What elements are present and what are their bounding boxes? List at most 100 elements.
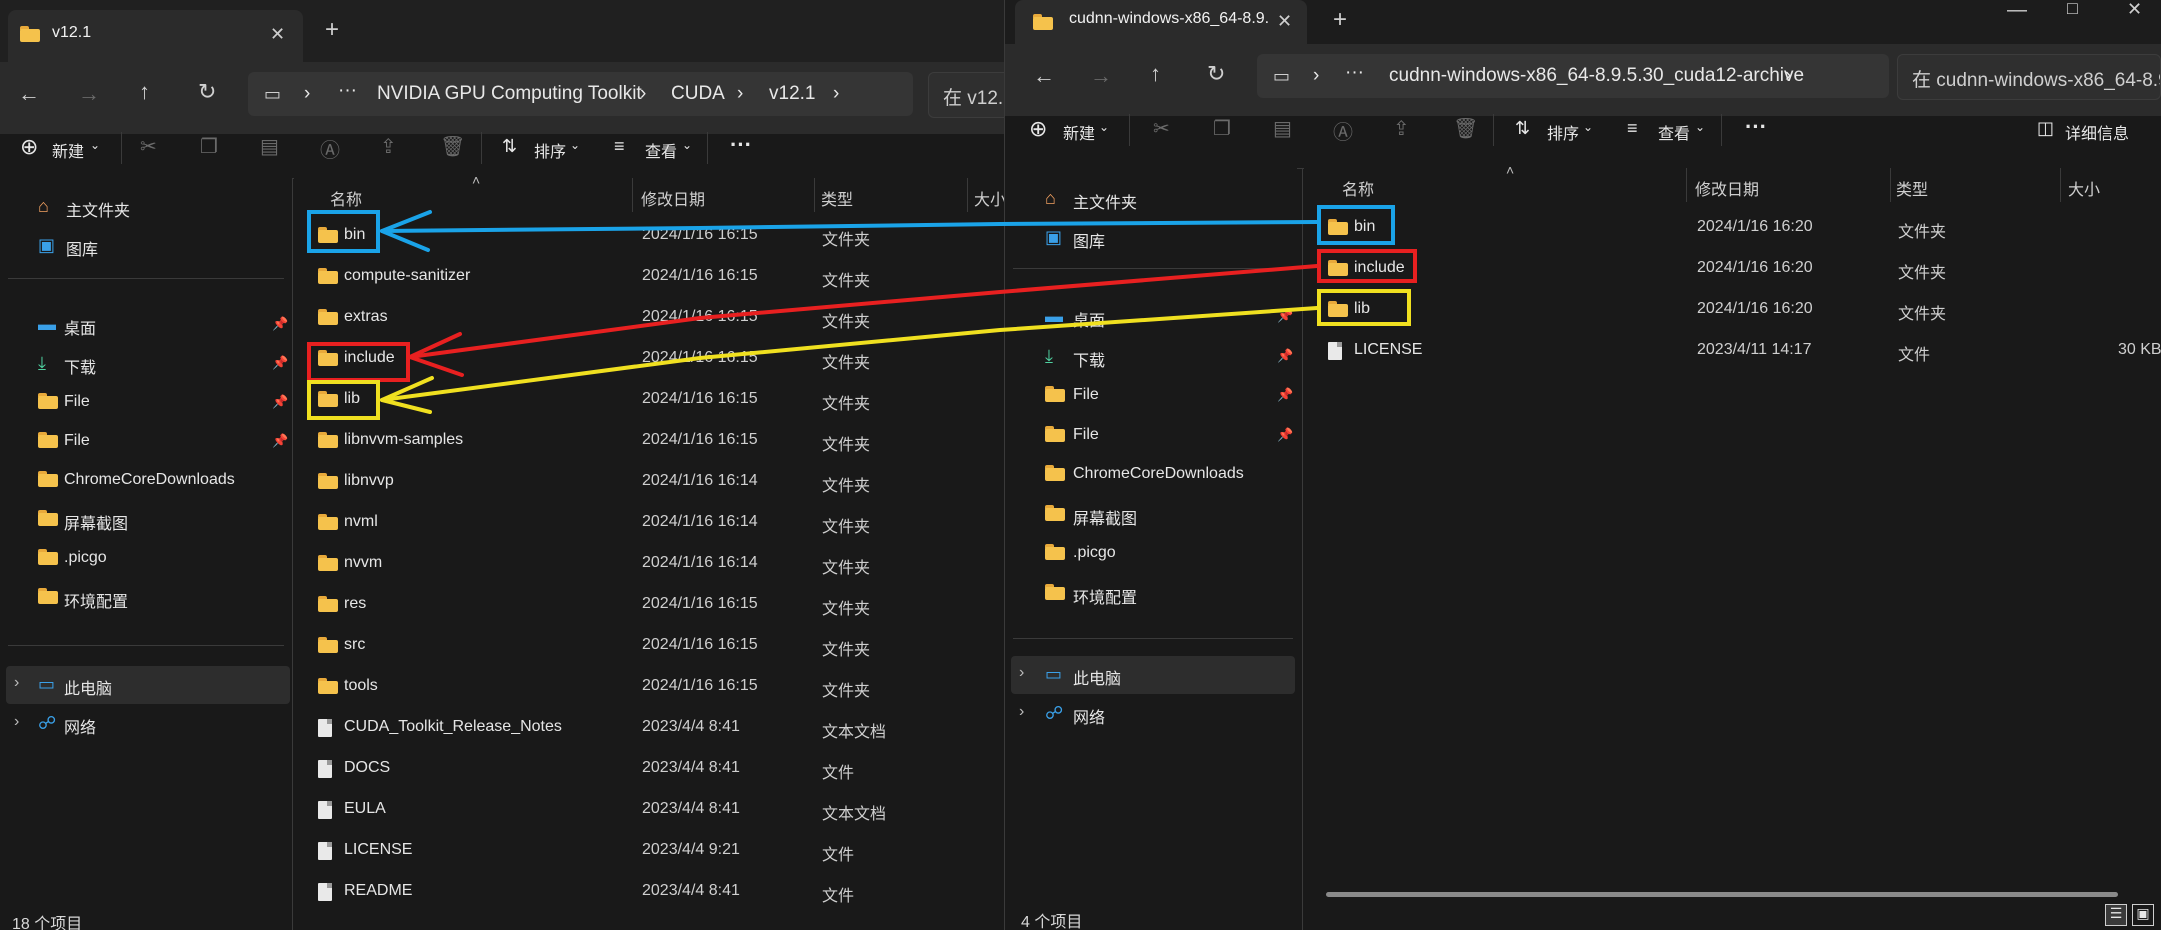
file-name[interactable]: LICENSE — [344, 841, 412, 859]
column-date[interactable]: 修改日期 — [1695, 176, 1759, 200]
sidebar-item[interactable]: 屏幕截图 — [1005, 496, 1295, 534]
table-row[interactable]: README 2023/4/4 8:41 文件 — [294, 871, 1004, 912]
table-row[interactable]: bin 2024/1/16 16:15 文件夹 — [294, 215, 1004, 256]
table-row[interactable]: compute-sanitizer 2024/1/16 16:15 文件夹 — [294, 256, 1004, 297]
new-tab-icon[interactable]: + — [325, 18, 339, 42]
pin-icon[interactable]: 📌 — [1277, 387, 1293, 403]
view-button[interactable]: 查看 — [645, 138, 677, 162]
table-row[interactable]: src 2024/1/16 16:15 文件夹 — [294, 625, 1004, 666]
table-row[interactable]: CUDA_Toolkit_Release_Notes 2023/4/4 8:41 文… — [294, 707, 1004, 748]
maximize-icon[interactable]: □ — [2067, 0, 2078, 18]
file-name[interactable]: LICENSE — [1354, 341, 1422, 359]
pin-icon[interactable]: 📌 — [1277, 308, 1293, 324]
breadcrumb-cudnn[interactable]: cudnn-windows-x86_64-8.9.5.30_cuda12-arc… — [1389, 65, 1804, 87]
column-name[interactable]: 名称 — [1342, 176, 1374, 200]
chevron-right-icon[interactable]: › — [14, 674, 19, 692]
column-type[interactable]: 类型 — [1896, 176, 1928, 200]
table-row[interactable]: LICENSE 2023/4/11 14:17 文件 30 KB — [1304, 330, 2161, 371]
chevron-down-icon[interactable]: ⌄ — [570, 138, 580, 152]
chevron-right-icon[interactable]: › — [1019, 664, 1024, 682]
file-name[interactable]: nvml — [344, 513, 378, 531]
sort-button[interactable]: 排序 — [534, 138, 566, 162]
more-icon[interactable]: ··· — [338, 80, 357, 102]
column-divider[interactable] — [967, 178, 968, 212]
minimize-icon[interactable]: — — [2007, 0, 2027, 20]
chevron-right-icon[interactable]: › — [1313, 65, 1319, 87]
sidebar-item[interactable]: 屏幕截图 — [0, 501, 290, 539]
chevron-down-icon[interactable]: ⌄ — [1099, 120, 1109, 134]
sidebar-item[interactable]: ▣ 图库 — [0, 227, 290, 265]
chevron-right-icon[interactable]: › — [304, 83, 310, 105]
paste-icon[interactable]: ▤ — [260, 134, 279, 159]
pin-icon[interactable]: 📌 — [272, 394, 288, 410]
breadcrumb-v12-1[interactable]: v12.1 — [769, 83, 815, 105]
table-row[interactable]: include 2024/1/16 16:20 文件夹 — [1304, 248, 2161, 289]
tab-v12-1[interactable]: v12.1 ✕ — [8, 10, 303, 62]
chevron-down-icon[interactable]: ⌄ — [90, 138, 100, 152]
search-input[interactable]: 在 v12.1 中搜索 — [928, 72, 1004, 118]
add-icon[interactable]: ⊕ — [1029, 116, 1047, 142]
paste-icon[interactable]: ▤ — [1273, 116, 1292, 141]
details-button[interactable]: 详细信息 — [2065, 120, 2129, 144]
share-icon[interactable]: ⇪ — [1393, 116, 1410, 141]
file-name[interactable]: DOCS — [344, 759, 390, 777]
sidebar-item[interactable]: ⌂ 主文件夹 — [1005, 180, 1295, 218]
sidebar-item[interactable]: › ☍ 网络 — [1005, 695, 1295, 733]
pin-icon[interactable]: 📌 — [272, 433, 288, 449]
chevron-right-icon[interactable]: › — [737, 83, 743, 105]
address-bar[interactable]: ▭ › ··· NVIDIA GPU Computing Toolkit › C… — [248, 72, 913, 116]
breadcrumb-cuda[interactable]: CUDA — [671, 83, 725, 105]
column-size[interactable]: 大小 — [974, 186, 1004, 210]
table-row[interactable]: libnvvm-samples 2024/1/16 16:15 文件夹 — [294, 420, 1004, 461]
cut-icon[interactable]: ✂ — [1153, 116, 1170, 141]
table-row[interactable]: libnvvp 2024/1/16 16:14 文件夹 — [294, 461, 1004, 502]
sidebar-item[interactable]: File 📌 — [0, 384, 290, 422]
up-arrow-icon[interactable]: ↑ — [139, 81, 150, 103]
sort-icon[interactable]: ⇅ — [502, 136, 517, 157]
sidebar-item[interactable]: File 📌 — [0, 423, 290, 461]
copy-icon[interactable]: ❐ — [200, 134, 218, 159]
forward-arrow-icon[interactable]: → — [1090, 65, 1112, 87]
cut-icon[interactable]: ✂ — [140, 134, 157, 159]
details-pane-icon[interactable]: ◫ — [2037, 118, 2054, 139]
pin-icon[interactable]: 📌 — [1277, 427, 1293, 443]
table-row[interactable]: extras 2024/1/16 16:15 文件夹 — [294, 297, 1004, 338]
view-icon[interactable]: ≡ — [1627, 118, 1638, 139]
sidebar-item[interactable]: ▬ 桌面 📌 — [1005, 298, 1295, 336]
sidebar-item[interactable]: › ▭ 此电脑 — [6, 666, 290, 704]
sidebar-item[interactable]: ChromeCoreDownloads — [0, 462, 290, 500]
sort-button[interactable]: 排序 — [1547, 120, 1579, 144]
column-date[interactable]: 修改日期 — [641, 186, 705, 210]
sidebar-item[interactable]: .picgo — [0, 540, 290, 578]
new-button[interactable]: 新建 — [1063, 120, 1095, 144]
file-name[interactable]: libnvvm-samples — [344, 431, 463, 449]
table-row[interactable]: EULA 2023/4/4 8:41 文本文档 — [294, 789, 1004, 830]
sidebar-item[interactable]: .picgo — [1005, 535, 1295, 573]
table-row[interactable]: DOCS 2023/4/4 8:41 文件 — [294, 748, 1004, 789]
table-row[interactable]: LICENSE 2023/4/4 9:21 文件 — [294, 830, 1004, 871]
sidebar-item[interactable]: File 📌 — [1005, 377, 1295, 415]
more-options-icon[interactable]: ··· — [730, 132, 752, 158]
refresh-icon[interactable]: ↻ — [1207, 63, 1225, 85]
sidebar-item[interactable]: File 📌 — [1005, 417, 1295, 455]
chevron-down-icon[interactable]: ⌄ — [1583, 120, 1593, 134]
close-icon[interactable]: ✕ — [270, 24, 285, 44]
column-divider[interactable] — [632, 178, 633, 212]
file-name[interactable]: res — [344, 595, 366, 613]
sidebar-item[interactable]: ChromeCoreDownloads — [1005, 456, 1295, 494]
chevron-right-icon[interactable]: › — [833, 83, 839, 105]
back-arrow-icon[interactable]: ← — [1033, 65, 1055, 87]
file-name[interactable]: README — [344, 882, 412, 900]
sidebar-item[interactable]: ▣ 图库 — [1005, 219, 1295, 257]
file-name[interactable]: EULA — [344, 800, 386, 818]
breadcrumb-nvidia[interactable]: NVIDIA GPU Computing Toolkit — [377, 83, 642, 105]
sidebar-item[interactable]: › ▭ 此电脑 — [1011, 656, 1295, 694]
file-name[interactable]: CUDA_Toolkit_Release_Notes — [344, 718, 562, 736]
sidebar-item[interactable]: ▬ 桌面 📌 — [0, 306, 290, 344]
list-view-icon[interactable]: ☰ — [2105, 904, 2127, 926]
file-name[interactable]: extras — [344, 308, 388, 326]
sidebar-item[interactable]: 环境配置 — [0, 579, 290, 617]
table-row[interactable]: lib 2024/1/16 16:15 文件夹 — [294, 379, 1004, 420]
table-row[interactable]: lib 2024/1/16 16:20 文件夹 — [1304, 289, 2161, 330]
new-tab-icon[interactable]: + — [1333, 8, 1347, 32]
